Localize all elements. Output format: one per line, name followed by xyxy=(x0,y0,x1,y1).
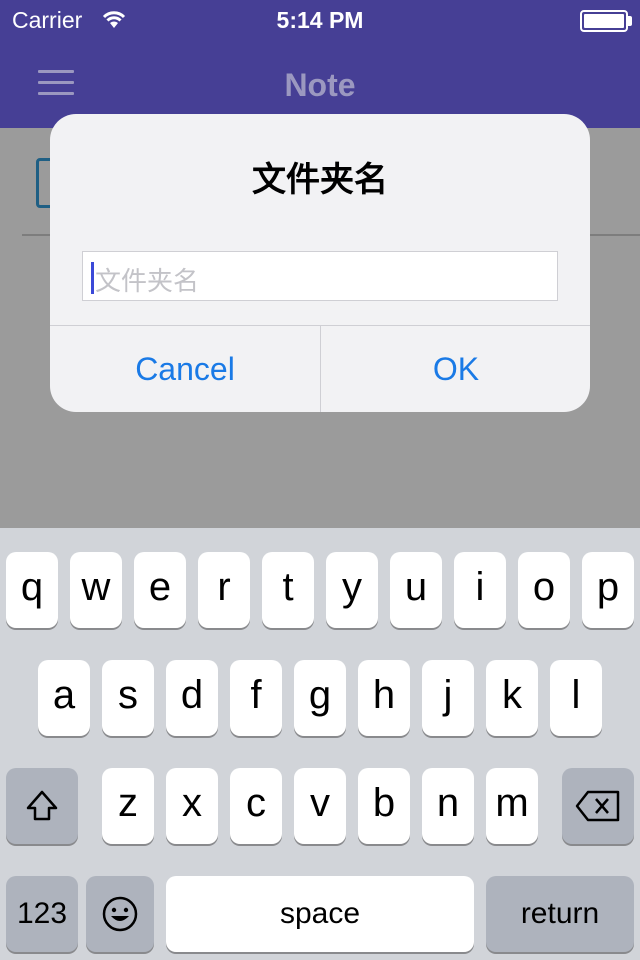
folder-name-dialog: 文件夹名 文件夹名 Cancel OK xyxy=(50,114,590,412)
backspace-icon[interactable] xyxy=(562,768,634,844)
battery-icon xyxy=(580,10,628,32)
key-h[interactable]: h xyxy=(358,660,410,736)
key-r[interactable]: r xyxy=(198,552,250,628)
key-b[interactable]: b xyxy=(358,768,410,844)
status-bar: Carrier 5:14 PM xyxy=(0,0,640,40)
text-cursor xyxy=(91,262,94,294)
key-m[interactable]: m xyxy=(486,768,538,844)
key-g[interactable]: g xyxy=(294,660,346,736)
shift-icon[interactable] xyxy=(6,768,78,844)
keyboard: q w e r t y u i o p a s d f g h j k l z … xyxy=(0,528,640,960)
key-z[interactable]: z xyxy=(102,768,154,844)
key-i[interactable]: i xyxy=(454,552,506,628)
key-y[interactable]: y xyxy=(326,552,378,628)
key-a[interactable]: a xyxy=(38,660,90,736)
input-placeholder: 文件夹名 xyxy=(95,266,200,296)
key-n[interactable]: n xyxy=(422,768,474,844)
key-o[interactable]: o xyxy=(518,552,570,628)
key-c[interactable]: c xyxy=(230,768,282,844)
cancel-button[interactable]: Cancel xyxy=(50,326,320,412)
key-q[interactable]: q xyxy=(6,552,58,628)
key-x[interactable]: x xyxy=(166,768,218,844)
folder-name-input[interactable]: 文件夹名 xyxy=(82,251,558,301)
key-p[interactable]: p xyxy=(582,552,634,628)
status-time: 5:14 PM xyxy=(276,7,364,33)
page-title: Note xyxy=(284,67,356,103)
key-k[interactable]: k xyxy=(486,660,538,736)
key-l[interactable]: l xyxy=(550,660,602,736)
space-key[interactable]: space xyxy=(166,876,474,952)
app-screen: Carrier 5:14 PM Note 文件夹名 文件夹名 Cancel OK xyxy=(0,0,640,960)
dialog-title: 文件夹名 xyxy=(252,161,388,199)
numbers-key[interactable]: 123 xyxy=(6,876,78,952)
key-v[interactable]: v xyxy=(294,768,346,844)
key-t[interactable]: t xyxy=(262,552,314,628)
key-d[interactable]: d xyxy=(166,660,218,736)
key-s[interactable]: s xyxy=(102,660,154,736)
ok-button[interactable]: OK xyxy=(321,326,590,412)
battery-tip xyxy=(628,16,632,26)
key-w[interactable]: w xyxy=(70,552,122,628)
return-key[interactable]: return xyxy=(486,876,634,952)
key-f[interactable]: f xyxy=(230,660,282,736)
key-u[interactable]: u xyxy=(390,552,442,628)
emoji-icon[interactable] xyxy=(86,876,154,952)
key-j[interactable]: j xyxy=(422,660,474,736)
key-e[interactable]: e xyxy=(134,552,186,628)
